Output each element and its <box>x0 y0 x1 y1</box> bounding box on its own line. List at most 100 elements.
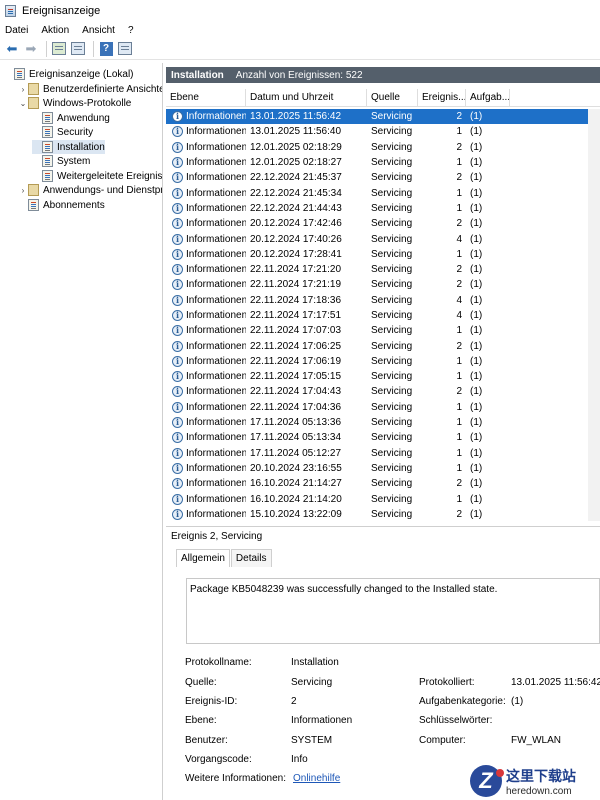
task-category-cell: (1) <box>470 478 483 490</box>
field-label-protokollname: Protokollname: <box>185 657 252 668</box>
list-scrollbar[interactable] <box>588 109 600 521</box>
level-text: Informationen <box>186 325 246 337</box>
online-help-link[interactable]: Onlinehilfe <box>293 773 340 784</box>
event-row[interactable]: i Informationen 20.12.2024 17:42:46 Servici… <box>166 216 600 231</box>
event-row[interactable]: i Informationen 20.10.2024 23:16:55 Servici… <box>166 461 600 476</box>
level-cell: i Informationen <box>166 111 246 123</box>
tree-item[interactable]: › Anwendungs- und Dienstprotokolle <box>18 183 162 197</box>
event-row[interactable]: i Informationen 16.10.2024 21:14:20 Servici… <box>166 491 600 506</box>
up-folder-icon[interactable] <box>51 41 67 57</box>
tree-item-label: Weitergeleitete Ereignisse <box>57 170 163 182</box>
help-icon[interactable]: ? <box>98 41 114 57</box>
event-row[interactable]: i Informationen 17.11.2024 05:13:34 Servici… <box>166 430 600 445</box>
datetime-cell: 22.11.2024 17:05:15 <box>250 371 342 383</box>
event-row[interactable]: i Informationen 15.10.2024 13:22:09 Servici… <box>166 507 600 521</box>
action-pane-icon[interactable] <box>117 41 133 57</box>
event-row[interactable]: i Informationen 13.01.2025 11:56:42 Servici… <box>166 109 600 125</box>
task-category-cell: (1) <box>470 141 483 153</box>
expand-chevron-icon[interactable]: › <box>18 85 28 94</box>
forward-arrow-icon[interactable]: ➡ <box>23 41 39 57</box>
datetime-cell: 22.12.2024 21:45:37 <box>250 172 342 184</box>
field-label-benutzer: Benutzer: <box>185 735 228 746</box>
column-event-id[interactable]: Ereignis... <box>418 88 466 107</box>
tree-item[interactable]: Weitergeleitete Ereignisse <box>32 169 163 183</box>
tab-allgemein[interactable]: Allgemein <box>176 549 230 567</box>
event-row[interactable]: i Informationen 22.11.2024 17:05:15 Servici… <box>166 369 600 384</box>
event-row[interactable]: i Informationen 20.12.2024 17:40:26 Servici… <box>166 231 600 246</box>
column-source[interactable]: Quelle <box>367 88 418 107</box>
event-list: i Informationen 13.01.2025 11:56:42 Servici… <box>166 109 600 521</box>
menu-aktion[interactable]: Aktion <box>41 25 69 36</box>
tree-item[interactable]: Anwendung <box>32 111 110 125</box>
level-cell: i Informationen <box>166 141 246 153</box>
task-category-cell: (1) <box>470 447 483 459</box>
event-row[interactable]: i Informationen 22.12.2024 21:44:43 Servici… <box>166 201 600 216</box>
event-row[interactable]: i Informationen 12.01.2025 02:18:29 Servici… <box>166 140 600 155</box>
information-icon: i <box>172 432 183 444</box>
event-viewer-app-icon <box>5 5 16 17</box>
show-hide-tree-icon[interactable] <box>70 41 86 57</box>
event-row[interactable]: i Informationen 22.11.2024 17:04:36 Servici… <box>166 400 600 415</box>
event-row[interactable]: i Informationen 20.12.2024 17:28:41 Servici… <box>166 247 600 262</box>
level-text: Informationen <box>186 233 246 245</box>
tree-item[interactable]: ⌄ Windows-Protokolle <box>18 96 131 110</box>
source-cell: Servicing <box>371 141 413 153</box>
level-cell: i Informationen <box>166 508 246 520</box>
tab-details[interactable]: Details <box>230 549 272 567</box>
event-row[interactable]: i Informationen 22.11.2024 17:06:19 Servici… <box>166 354 600 369</box>
menu-ansicht[interactable]: Ansicht <box>82 25 115 36</box>
tree-item[interactable]: Abonnements <box>18 198 105 212</box>
log-title: Installation <box>171 69 224 81</box>
event-count: Anzahl von Ereignissen: 522 <box>235 69 363 81</box>
level-cell: i Informationen <box>166 447 246 459</box>
column-task-category[interactable]: Aufgab... <box>466 88 510 107</box>
column-datetime[interactable]: Datum und Uhrzeit <box>246 88 367 107</box>
tree-item-label: Security <box>57 126 94 138</box>
field-value-protokolliert: 13.01.2025 11:56:42 <box>511 677 600 688</box>
source-cell: Servicing <box>371 279 413 291</box>
source-cell: Servicing <box>371 340 413 352</box>
tree-item-label: Windows-Protokolle <box>43 97 132 109</box>
tree-item[interactable]: Security <box>32 125 93 139</box>
event-row[interactable]: i Informationen 12.01.2025 02:18:27 Servici… <box>166 155 600 170</box>
level-cell: i Informationen <box>166 401 246 413</box>
expand-chevron-icon[interactable]: ⌄ <box>18 99 28 108</box>
watermark-logo: Z 这里下载站 heredown.com <box>470 762 600 800</box>
back-arrow-icon[interactable]: ⬅ <box>4 41 20 57</box>
menu-help[interactable]: ? <box>128 25 134 36</box>
event-row[interactable]: i Informationen 22.11.2024 17:21:19 Servici… <box>166 277 600 292</box>
task-category-cell: (1) <box>470 310 483 321</box>
event-row[interactable]: i Informationen 22.12.2024 21:45:34 Servici… <box>166 185 600 200</box>
tree-item-label: Benutzerdefinierte Ansichten <box>43 83 163 95</box>
event-row[interactable]: i Informationen 22.11.2024 17:21:20 Servici… <box>166 262 600 277</box>
event-id-cell: 1 <box>456 417 462 429</box>
event-row[interactable]: i Informationen 17.11.2024 05:12:27 Servici… <box>166 446 600 461</box>
event-row[interactable]: i Informationen 22.11.2024 17:18:36 Servici… <box>166 293 600 308</box>
event-row[interactable]: i Informationen 22.11.2024 17:07:03 Servici… <box>166 323 600 338</box>
event-id-cell: 1 <box>456 325 462 337</box>
tree-item[interactable]: Ereignisanzeige (Lokal) <box>4 67 134 81</box>
tree-item[interactable]: System <box>32 154 90 168</box>
task-category-cell: (1) <box>470 462 483 474</box>
information-icon: i <box>172 447 183 459</box>
source-cell: Servicing <box>371 325 413 337</box>
event-row[interactable]: i Informationen 22.12.2024 21:45:37 Servici… <box>166 170 600 185</box>
event-row[interactable]: i Informationen 17.11.2024 05:13:36 Servici… <box>166 415 600 430</box>
column-level[interactable]: Ebene <box>166 88 246 107</box>
level-cell: i Informationen <box>166 340 246 352</box>
tree-item[interactable]: Installation <box>32 140 105 154</box>
event-row[interactable]: i Informationen 22.11.2024 17:04:43 Servici… <box>166 384 600 399</box>
source-cell: Servicing <box>371 478 413 490</box>
window-title: Ereignisanzeige <box>22 5 101 17</box>
event-row[interactable]: i Informationen 22.11.2024 17:06:25 Servici… <box>166 338 600 353</box>
level-cell: i Informationen <box>166 264 246 276</box>
event-row[interactable]: i Informationen 16.10.2024 21:14:27 Servici… <box>166 476 600 491</box>
expand-chevron-icon[interactable]: › <box>18 186 28 195</box>
event-row[interactable]: i Informationen 22.11.2024 17:17:51 Servici… <box>166 308 600 323</box>
menu-datei[interactable]: Datei <box>5 25 28 36</box>
event-row[interactable]: i Informationen 13.01.2025 11:56:40 Servici… <box>166 124 600 139</box>
tree-item[interactable]: › Benutzerdefinierte Ansichten <box>18 82 163 96</box>
event-message[interactable]: Package KB5048239 was successfully chang… <box>186 578 600 644</box>
event-id-cell: 1 <box>456 355 462 367</box>
level-cell: i Informationen <box>166 187 246 199</box>
